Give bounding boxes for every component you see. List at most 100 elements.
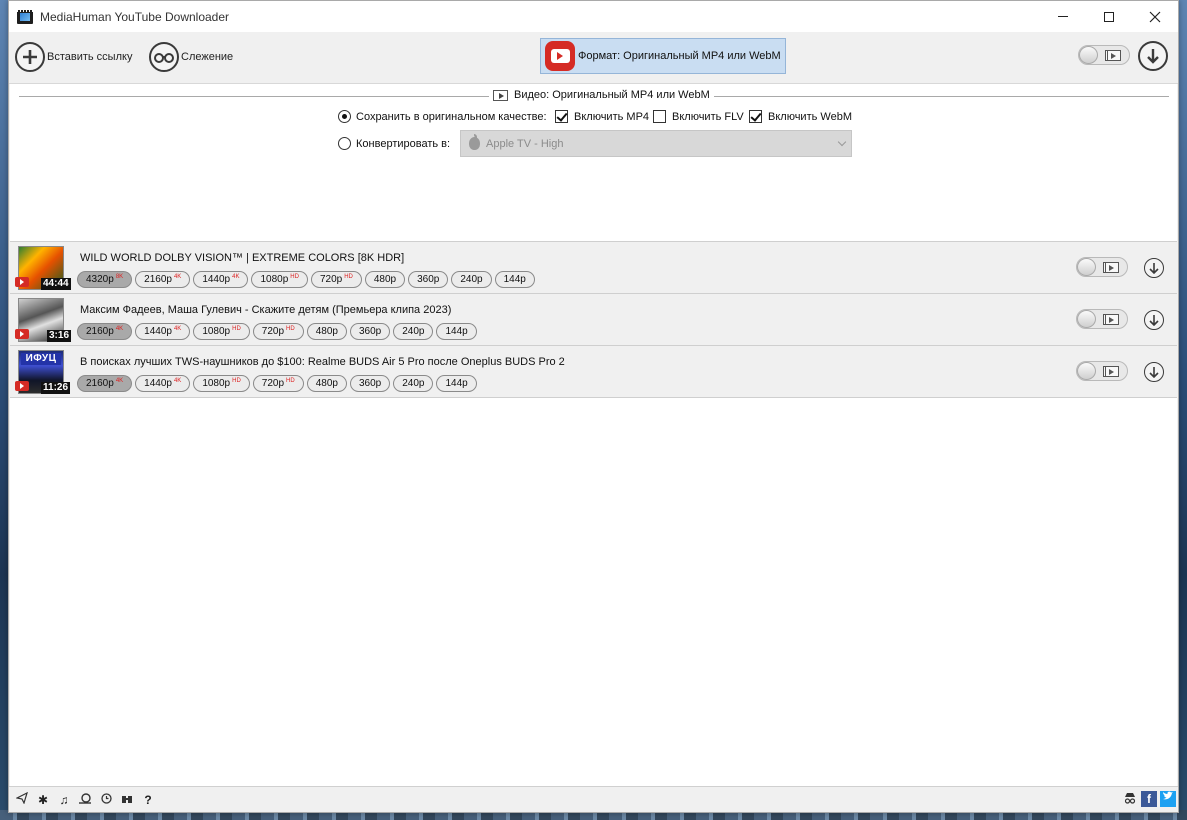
- maximize-button[interactable]: [1086, 1, 1132, 32]
- apple-icon: [469, 134, 480, 150]
- video-row[interactable]: 3:16 Максим Фадеев, Маша Гулевич - Скажи…: [10, 294, 1177, 346]
- toolbar: Вставить ссылку Слежение Формат: Оригина…: [9, 32, 1178, 84]
- quality-chip[interactable]: 1440p 4K: [135, 375, 191, 392]
- download-all-button[interactable]: [1138, 41, 1168, 71]
- quality-chip[interactable]: 240p: [451, 271, 492, 288]
- quality-options: 4320p 8K 2160p 4K 1440p 4K 1080p HD 720p HD 4…: [77, 271, 538, 288]
- download-arrow-icon: [1147, 49, 1159, 64]
- convert-target-select[interactable]: Apple TV - High: [460, 130, 852, 157]
- include-mp4-label: Включить MP4: [574, 110, 650, 123]
- quality-chip[interactable]: 360p: [349, 375, 391, 392]
- quality-chip[interactable]: 720p HD: [252, 375, 304, 392]
- maximize-icon: [1104, 11, 1114, 22]
- video-title: WILD WORLD DOLBY VISION™ | EXTREME COLOR…: [80, 252, 405, 264]
- video-row[interactable]: 44:44 WILD WORLD DOLBY VISION™ | EXTREME…: [10, 242, 1177, 294]
- quality-chip[interactable]: 1440p 4K: [135, 323, 191, 340]
- quality-chip[interactable]: 360p: [349, 323, 391, 340]
- paste-link-button[interactable]: Вставить ссылку: [15, 42, 132, 72]
- video-film-icon: [1103, 262, 1119, 273]
- thumbnail-text: ИФУЦ: [21, 353, 61, 365]
- panel-title-text: Видео: Оригинальный MP4 или WebM: [514, 89, 710, 101]
- quality-chip[interactable]: 144p: [436, 375, 477, 392]
- include-flv-checkbox[interactable]: [653, 110, 666, 123]
- include-flv-option[interactable]: Включить FLV: [653, 110, 744, 123]
- video-film-icon: [1103, 314, 1119, 325]
- video-duration: 3:16: [47, 330, 72, 342]
- plus-icon: [15, 42, 45, 72]
- video-mode-toggle[interactable]: [1076, 309, 1128, 329]
- quality-chip[interactable]: 240p: [393, 375, 434, 392]
- keep-original-option[interactable]: Сохранить в оригинальном качестве:: [338, 110, 547, 123]
- quality-options: 2160p 4K 1440p 4K 1080p HD 720p HD 480p 360p…: [77, 375, 480, 392]
- format-button[interactable]: Формат: Оригинальный MP4 или WebM: [540, 38, 786, 74]
- spy-icon[interactable]: [1122, 791, 1138, 807]
- convert-radio[interactable]: [338, 137, 351, 150]
- download-button[interactable]: [1144, 362, 1164, 382]
- video-mode-toggle[interactable]: [1076, 361, 1128, 381]
- download-button[interactable]: [1144, 258, 1164, 278]
- quality-chip[interactable]: 144p: [436, 323, 477, 340]
- video-mode-toggle[interactable]: [1076, 257, 1128, 277]
- minimize-icon: [1058, 16, 1068, 17]
- clock-icon[interactable]: [96, 792, 116, 807]
- toggle-knob: [1077, 362, 1096, 380]
- download-arrow-icon: [1149, 263, 1159, 274]
- help-icon[interactable]: ?: [138, 793, 158, 807]
- quality-chip[interactable]: 240p: [393, 323, 434, 340]
- quality-chip[interactable]: 2160p 4K: [77, 323, 133, 340]
- divider: [707, 96, 1169, 97]
- close-icon: [1149, 11, 1161, 22]
- quality-chip[interactable]: 480p: [306, 375, 347, 392]
- facebook-icon[interactable]: f: [1141, 791, 1157, 807]
- quality-options: 2160p 4K 1440p 4K 1080p HD 720p HD 480p 360p…: [77, 323, 480, 340]
- music-note-icon[interactable]: ♫: [54, 793, 74, 807]
- include-webm-option[interactable]: Включить WebM: [749, 110, 852, 123]
- youtube-icon: [15, 277, 29, 287]
- auto-download-toggle[interactable]: [1078, 45, 1130, 65]
- window-title: MediaHuman YouTube Downloader: [40, 9, 230, 24]
- gear-icon[interactable]: ✱: [33, 793, 53, 807]
- quality-chip[interactable]: 360p: [408, 271, 449, 288]
- youtube-icon: [15, 329, 29, 339]
- quality-chip[interactable]: 4320p 8K: [77, 271, 133, 288]
- divider: [19, 96, 489, 97]
- video-film-icon: [1105, 50, 1121, 61]
- tracking-button[interactable]: Слежение: [149, 42, 233, 72]
- twitter-icon[interactable]: [1160, 791, 1176, 807]
- title-bar[interactable]: MediaHuman YouTube Downloader: [9, 1, 1178, 32]
- binoculars-icon[interactable]: [117, 793, 137, 807]
- keep-original-radio[interactable]: [338, 110, 351, 123]
- close-button[interactable]: [1132, 1, 1178, 32]
- video-duration: 11:26: [41, 382, 71, 394]
- include-webm-checkbox[interactable]: [749, 110, 762, 123]
- send-icon[interactable]: [12, 791, 32, 807]
- minimize-button[interactable]: [1040, 1, 1086, 32]
- include-mp4-checkbox[interactable]: [555, 110, 568, 123]
- snail-icon[interactable]: [75, 792, 95, 807]
- include-flv-label: Включить FLV: [672, 110, 744, 123]
- toggle-knob: [1077, 310, 1096, 328]
- format-label: Формат: Оригинальный MP4 или WebM: [578, 50, 781, 62]
- quality-chip[interactable]: 720p HD: [252, 323, 304, 340]
- quality-chip[interactable]: 1440p 4K: [193, 271, 249, 288]
- quality-chip[interactable]: 2160p 4K: [135, 271, 191, 288]
- include-webm-label: Включить WebM: [768, 110, 852, 123]
- include-mp4-option[interactable]: Включить MP4: [555, 110, 649, 123]
- toggle-knob: [1077, 258, 1096, 276]
- quality-chip[interactable]: 480p: [364, 271, 406, 288]
- quality-chip[interactable]: 1080p HD: [251, 271, 308, 288]
- download-button[interactable]: [1144, 310, 1164, 330]
- video-row[interactable]: ИФУЦ 11:26 В поисках лучших TWS-наушнико…: [10, 346, 1177, 398]
- quality-chip[interactable]: 1080p HD: [193, 323, 250, 340]
- quality-chip[interactable]: 2160p 4K: [77, 375, 133, 392]
- quality-chip[interactable]: 480p: [306, 323, 347, 340]
- download-arrow-icon: [1149, 315, 1159, 326]
- quality-chip[interactable]: 1080p HD: [193, 375, 250, 392]
- quality-chip[interactable]: 144p: [494, 271, 535, 288]
- youtube-icon: [545, 41, 575, 71]
- toggle-knob: [1079, 46, 1098, 64]
- video-title: Максим Фадеев, Маша Гулевич - Скажите де…: [80, 304, 452, 316]
- video-title: В поисках лучших TWS-наушников до $100: …: [80, 356, 565, 368]
- quality-chip[interactable]: 720p HD: [310, 271, 362, 288]
- convert-option[interactable]: Конвертировать в:: [338, 137, 450, 150]
